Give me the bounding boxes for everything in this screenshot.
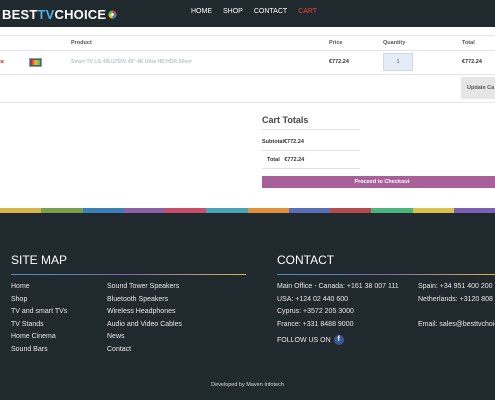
product-price: €772.24 xyxy=(329,59,349,65)
col-header-price: Price xyxy=(329,40,343,46)
col-header-product: Product xyxy=(71,40,92,46)
sitemap-underline xyxy=(11,274,246,275)
col-header-total: Total xyxy=(462,40,475,46)
contact-phone: Spain: +34 951 400 200 xyxy=(418,283,493,290)
site-header: BEST TV CHOICE HOME SHOP CONTACT CART xyxy=(0,0,495,27)
table-row-border xyxy=(0,74,495,75)
totals-divider xyxy=(262,168,360,169)
nav-contact[interactable]: CONTACT xyxy=(254,8,287,15)
contact-spacer xyxy=(418,306,495,319)
sitemap-link[interactable]: Sound Tower Speakers xyxy=(107,281,182,294)
sitemap-heading: SITE MAP xyxy=(11,253,68,267)
line-total: €772.24 xyxy=(462,59,482,65)
quantity-input[interactable]: 1 xyxy=(383,53,413,71)
contact-phone: Cyprus: +3572 205 3000 xyxy=(277,308,354,315)
nav-home[interactable]: HOME xyxy=(191,8,212,15)
subtotal-value: €772.24 xyxy=(284,139,304,145)
total-row: Total €772.24 xyxy=(267,157,304,163)
contact-col-1: Main Office - Canada: +161 38 007 111 US… xyxy=(277,281,399,348)
sitemap-link[interactable]: Home xyxy=(11,281,67,294)
product-thumbnail[interactable] xyxy=(29,58,42,67)
sitemap-link[interactable]: Sound Bars xyxy=(11,344,67,357)
product-name-link[interactable]: Smart TV LG 49UJ750V 49" 4K Ultra HD HDR… xyxy=(71,59,192,65)
follow-us-row: FOLLOW US ON f xyxy=(277,335,399,348)
logo-text-tv: TV xyxy=(37,6,55,22)
subtotal-label: Subtotal xyxy=(262,139,284,145)
contact-col-2: Spain: +34 951 400 200 Netherlands: +312… xyxy=(418,281,495,331)
subtotal-row: Subtotal€772.24 xyxy=(262,139,304,145)
developed-prefix: Developed by xyxy=(211,382,245,388)
sitemap-link[interactable]: News xyxy=(107,331,182,344)
contact-heading: CONTACT xyxy=(277,253,335,267)
contact-email[interactable]: Email: sales@besttvchoice xyxy=(418,319,495,332)
contact-phone: Main Office - Canada: +161 38 007 111 xyxy=(277,283,399,290)
table-bottom-border xyxy=(0,102,495,103)
totals-divider xyxy=(262,150,360,151)
logo-text-best: BEST xyxy=(2,6,38,22)
update-cart-button[interactable]: Update Ca xyxy=(461,77,495,99)
table-header-border xyxy=(0,50,495,51)
site-footer: SITE MAP Home Shop TV and smart TVs TV S… xyxy=(0,213,495,400)
contact-underline xyxy=(277,274,495,275)
sitemap-col-2: Sound Tower Speakers Bluetooth Speakers … xyxy=(107,281,182,356)
nav-cart[interactable]: CART xyxy=(298,8,317,15)
main-nav: HOME SHOP CONTACT CART xyxy=(191,8,317,15)
sitemap-link[interactable]: Bluetooth Speakers xyxy=(107,294,182,307)
sitemap-link[interactable]: Shop xyxy=(11,294,67,307)
sitemap-col-1: Home Shop TV and smart TVs TV Stands Hom… xyxy=(11,281,67,356)
total-label: Total xyxy=(267,157,280,163)
logo-text-choice: CHOICE xyxy=(54,6,107,22)
site-logo[interactable]: BEST TV CHOICE xyxy=(2,6,117,22)
sitemap-link[interactable]: Wireless Headphones xyxy=(107,306,182,319)
proceed-to-checkout-button[interactable]: Proceed to Checkout xyxy=(262,176,495,188)
totals-divider xyxy=(262,129,360,130)
contact-phone: France: +331 8488 9000 xyxy=(277,320,354,328)
nav-shop[interactable]: SHOP xyxy=(223,8,243,15)
developed-by: Developed by Maven Infotech xyxy=(0,382,495,388)
total-value: €772.24 xyxy=(284,157,305,163)
follow-us-label: FOLLOW US ON xyxy=(277,337,331,344)
sitemap-link[interactable]: TV and smart TVs xyxy=(11,306,67,319)
sitemap-link[interactable]: TV Stands xyxy=(11,319,67,332)
sitemap-link[interactable]: Audio and Video Cables xyxy=(107,319,182,332)
contact-phone: USA: +124 02 440 600 xyxy=(277,295,349,303)
table-top-border xyxy=(0,35,495,36)
color-wheel-icon xyxy=(108,9,117,19)
cart-totals-title: Cart Totals xyxy=(262,115,309,125)
remove-item-button[interactable]: × xyxy=(0,59,4,66)
col-header-quantity: Quantity xyxy=(383,40,406,46)
contact-phone: Netherlands: +3120 808 7 xyxy=(418,295,495,303)
sitemap-link[interactable]: Contact xyxy=(107,344,182,357)
facebook-icon[interactable]: f xyxy=(333,335,344,346)
developer-link[interactable]: Maven Infotech xyxy=(246,382,284,388)
sitemap-link[interactable]: Home Cinema xyxy=(11,331,67,344)
